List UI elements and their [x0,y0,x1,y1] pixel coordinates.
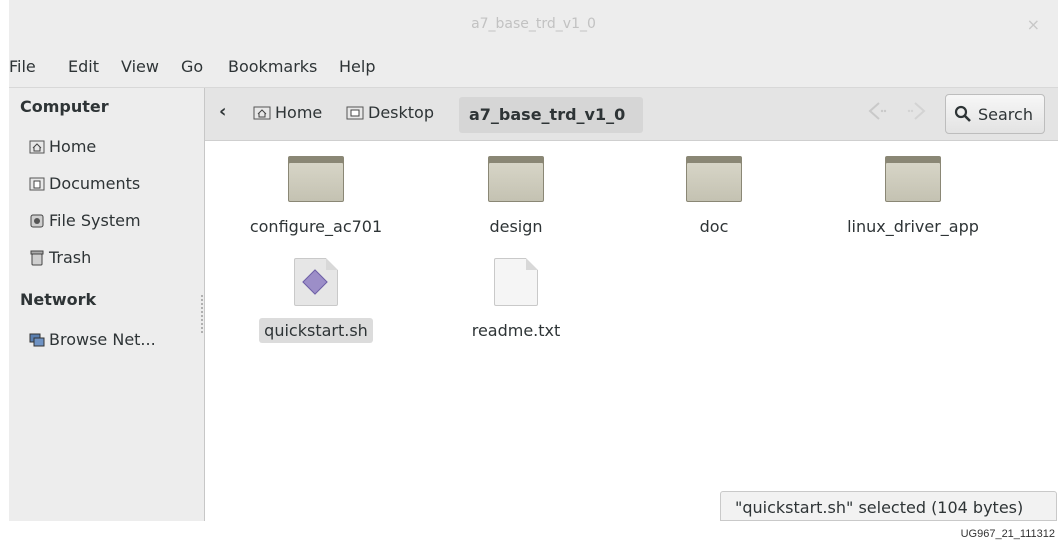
menu-bar: File Edit View Go Bookmarks Help [9,50,1058,88]
folder-item[interactable]: linux_driver_app [823,156,1003,239]
window-title: a7_base_trd_v1_0 [471,16,596,32]
documents-icon [29,176,45,192]
history-forward-icon[interactable] [905,100,929,127]
text-file-icon [494,258,538,306]
sidebar-item-label: Home [49,137,97,156]
status-bar: "quickstart.sh" selected (104 bytes) [720,491,1057,521]
file-view[interactable]: configure_ac701 design doc linux_driver_… [206,142,1058,521]
sidebar: Computer Home Documents File System Tras… [9,88,205,521]
history-back-icon[interactable] [865,100,889,127]
sidebar-item-home[interactable]: Home [29,137,96,156]
sidebar-heading-computer: Computer [20,97,109,116]
file-item[interactable]: readme.txt [426,258,606,343]
home-icon [29,139,45,155]
sidebar-item-label: Documents [49,174,141,193]
menu-go[interactable]: Go [181,57,203,76]
folder-icon [686,156,742,202]
sidebar-heading-network: Network [20,290,97,309]
menu-file[interactable]: File [9,57,36,76]
sidebar-resize-handle[interactable] [201,295,203,333]
file-label: readme.txt [471,321,561,340]
menu-edit[interactable]: Edit [68,57,99,76]
breadcrumb-label: Desktop [368,103,434,122]
breadcrumb-current[interactable]: a7_base_trd_v1_0 [459,97,643,133]
folder-item[interactable]: doc [624,156,804,239]
sidebar-item-label: Browse Net... [49,330,156,349]
file-system-icon [29,213,45,229]
file-label: quickstart.sh [259,318,373,343]
figure-id: UG967_21_111312 [960,528,1055,540]
trash-icon [29,250,45,266]
menu-view[interactable]: View [121,57,159,76]
search-button[interactable]: Search [945,94,1045,134]
breadcrumb-desktop[interactable]: Desktop [346,103,434,122]
sidebar-item-trash[interactable]: Trash [29,248,91,267]
file-label: design [489,217,543,236]
breadcrumb-home[interactable]: Home [253,103,322,122]
path-bar: ‹ Home Desktop a7_base_trd_v1_0 Search [205,88,1058,141]
file-label: doc [699,217,729,236]
sidebar-item-documents[interactable]: Documents [29,174,140,193]
menu-bookmarks[interactable]: Bookmarks [228,57,317,76]
network-icon [29,332,45,348]
sidebar-item-browse-network[interactable]: Browse Net... [29,330,156,349]
folder-item[interactable]: configure_ac701 [226,156,406,239]
file-manager-window: a7_base_trd_v1_0 × File Edit View Go Boo… [9,0,1058,521]
home-icon [253,105,271,121]
sidebar-item-label: Trash [49,248,92,267]
folder-icon [885,156,941,202]
breadcrumb-label: Home [275,103,323,122]
title-bar[interactable]: a7_base_trd_v1_0 × [9,0,1058,50]
menu-help[interactable]: Help [339,57,375,76]
close-icon[interactable]: × [1027,15,1040,34]
folder-icon [488,156,544,202]
sidebar-item-file-system[interactable]: File System [29,211,141,230]
script-file-icon [294,258,338,306]
back-button[interactable]: ‹ [219,101,226,122]
folder-item[interactable]: design [426,156,606,239]
desktop-icon [346,105,364,121]
sidebar-item-label: File System [49,211,141,230]
file-item-selected[interactable]: quickstart.sh [226,258,406,343]
file-label: configure_ac701 [249,217,383,236]
search-label: Search [978,104,1033,124]
file-label: linux_driver_app [847,217,979,236]
search-icon [954,105,972,123]
folder-icon [288,156,344,202]
